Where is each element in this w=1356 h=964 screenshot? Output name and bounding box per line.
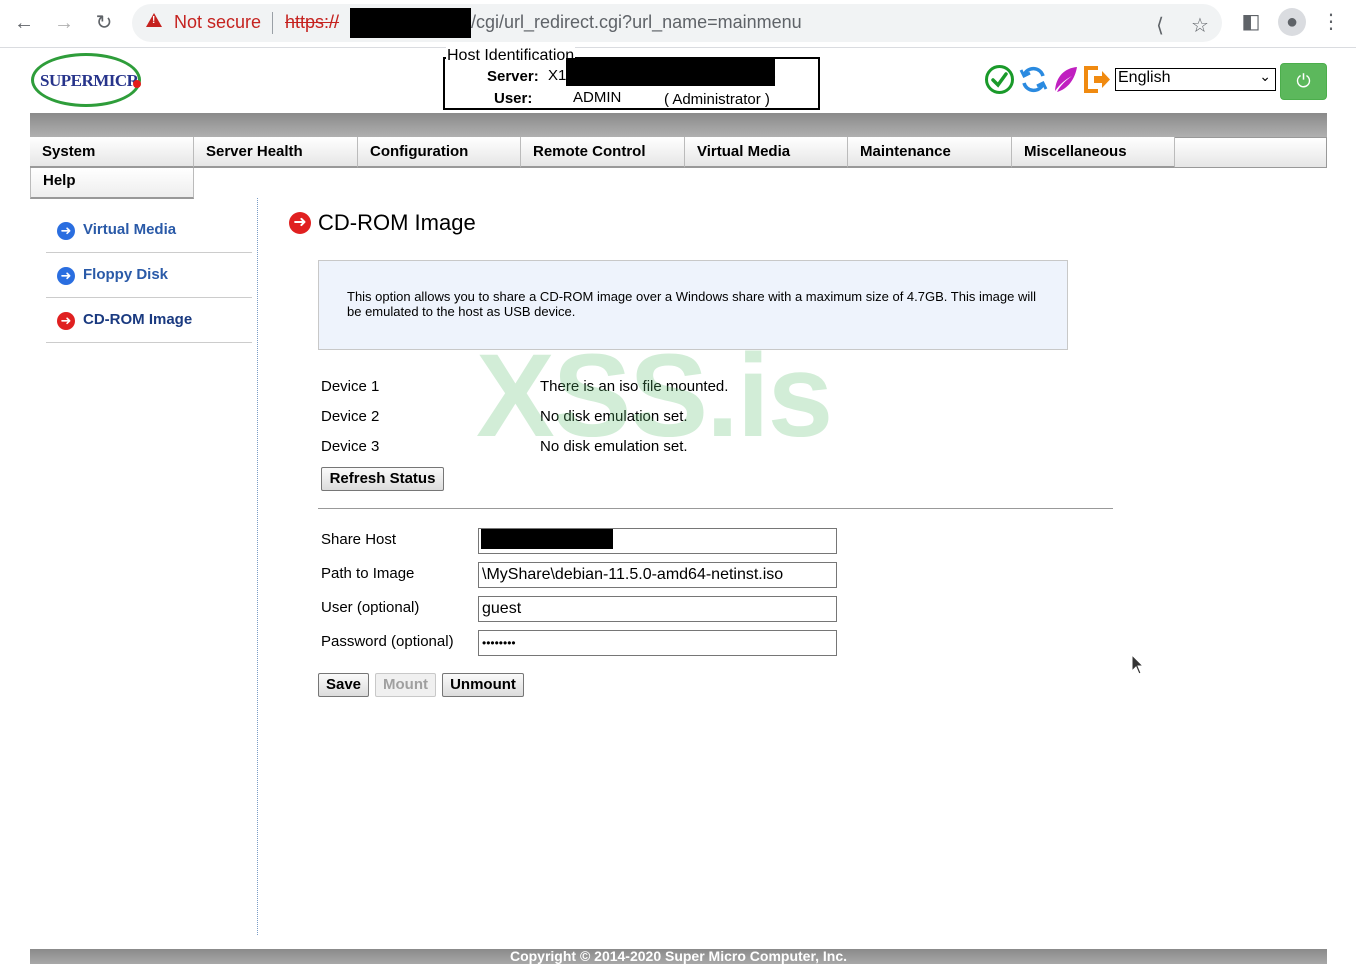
info-text: This option allows you to share a CD-ROM… [347, 289, 1037, 319]
nav-virtual-media[interactable]: Virtual Media [685, 137, 848, 168]
bookmark-star-icon[interactable]: ☆ [1187, 13, 1213, 39]
back-arrow-icon[interactable]: ← [10, 9, 38, 37]
chevron-down-icon: ⌄ [1259, 68, 1271, 84]
language-select[interactable]: English ⌄ [1115, 68, 1276, 91]
arrow-right-icon: ➜ [289, 212, 311, 234]
sidebar-item-virtual-media[interactable]: ➜ Virtual Media [46, 208, 252, 253]
device-3-label: Device 3 [321, 438, 380, 455]
user-role: ( Administrator ) [664, 91, 770, 108]
logo-dot [133, 80, 141, 88]
power-button[interactable]: ⏻ [1280, 63, 1327, 100]
user-optional-label: User (optional) [321, 599, 420, 616]
nav-help[interactable]: Help [30, 168, 194, 199]
health-ok-icon[interactable] [984, 64, 1015, 95]
nav-configuration[interactable]: Configuration [358, 137, 521, 168]
arrow-right-icon: ➜ [57, 312, 75, 330]
sidebar-item-floppy-disk[interactable]: ➜ Floppy Disk [46, 253, 252, 298]
password-optional-label: Password (optional) [321, 633, 454, 650]
redacted-share-host [481, 529, 613, 549]
sidebar-item-label: CD-ROM Image [83, 311, 193, 328]
warning-icon: ! [146, 13, 162, 27]
supermicro-logo: SUPERMICR [31, 53, 141, 107]
path-to-image-input[interactable]: \MyShare\debian-11.5.0-amd64-netinst.iso [478, 562, 837, 588]
footer-copyright: Copyright © 2014-2020 Super Micro Comput… [30, 949, 1327, 964]
user-input[interactable]: guest [478, 596, 837, 622]
refresh-icon[interactable] [1018, 64, 1049, 95]
nav-server-health[interactable]: Server Health [194, 137, 358, 168]
forward-arrow-icon[interactable]: → [50, 9, 78, 37]
user-value: ADMIN [573, 89, 622, 106]
feather-icon[interactable] [1050, 64, 1081, 95]
arrow-right-icon: ➜ [57, 222, 75, 240]
url-protocol: https:// [285, 12, 340, 32]
nav-miscellaneous[interactable]: Miscellaneous [1012, 137, 1175, 168]
section-divider [318, 508, 1113, 509]
mouse-cursor-icon [1131, 654, 1145, 675]
user-label: User: [494, 90, 533, 107]
address-bar[interactable]: ! Not secure https:// /cgi/url_redirect.… [132, 4, 1222, 42]
page-title: CD-ROM Image [318, 210, 476, 235]
host-identification-title: Host Identification [446, 47, 576, 65]
reload-icon[interactable]: ↻ [90, 9, 118, 37]
sidebar-item-label: Virtual Media [83, 221, 177, 238]
browser-toolbar: ← → ↻ ! Not secure https:// /cgi/url_red… [0, 0, 1356, 48]
sidebar-item-label: Floppy Disk [83, 266, 169, 283]
path-label: Path to Image [321, 565, 415, 582]
share-icon[interactable]: ⟨ [1147, 13, 1173, 39]
server-value: X1 [548, 67, 567, 84]
nav-system[interactable]: System [30, 137, 194, 168]
redacted-server [566, 58, 775, 86]
password-input[interactable]: •••••••• [478, 630, 837, 656]
device-2-label: Device 2 [321, 408, 380, 425]
logout-icon[interactable] [1082, 64, 1113, 95]
profile-avatar-icon[interactable]: ● [1278, 8, 1306, 36]
watermark: XSS.is [476, 330, 833, 462]
redacted-host [350, 8, 471, 38]
divider [272, 12, 273, 34]
sidebar-divider [257, 198, 258, 935]
unmount-button[interactable]: Unmount [442, 673, 524, 697]
mount-button[interactable]: Mount [375, 673, 436, 697]
nav-maintenance[interactable]: Maintenance [848, 137, 1012, 168]
url-path: /cgi/url_redirect.cgi?url_name=mainmenu [471, 12, 802, 32]
server-label: Server: [487, 68, 539, 85]
nav-remote-control[interactable]: Remote Control [521, 137, 685, 168]
kebab-menu-icon[interactable]: ⋮ [1318, 9, 1344, 35]
share-host-label: Share Host [321, 531, 397, 548]
power-icon: ⏻ [1296, 71, 1311, 91]
arrow-right-icon: ➜ [57, 267, 75, 285]
server-suffix: ) [771, 68, 776, 85]
security-label: Not secure [174, 12, 262, 32]
save-button[interactable]: Save [318, 673, 369, 697]
top-grey-bar [30, 113, 1327, 137]
side-panel-icon[interactable]: ◧ [1238, 9, 1264, 35]
sidebar-item-cd-rom-image[interactable]: ➜ CD-ROM Image [46, 298, 252, 343]
device-1-label: Device 1 [321, 378, 380, 395]
refresh-status-button[interactable]: Refresh Status [321, 467, 444, 491]
